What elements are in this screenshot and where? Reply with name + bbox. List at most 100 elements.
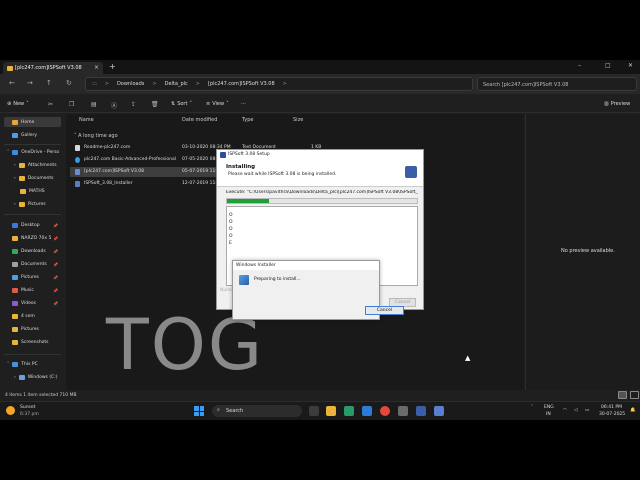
sidebar-item-label: 4 sem	[21, 313, 35, 319]
sidebar-item-documents[interactable]: › Documents	[4, 173, 61, 183]
taskbar-search-label: Search	[226, 408, 244, 414]
view-icon: ≡	[206, 101, 211, 107]
sidebar-item-label: Attachments	[27, 162, 57, 168]
video-icon	[12, 300, 18, 306]
volume-icon[interactable]: ◁	[574, 408, 577, 413]
vscode-icon[interactable]	[362, 406, 372, 416]
breadcrumb-downloads[interactable]: Downloads	[117, 81, 144, 87]
setup-header: Installing Please wait while ISPSoft 3.0…	[217, 160, 423, 187]
rename-icon[interactable]: Ⓐ	[111, 101, 117, 110]
sidebar-item-videos[interactable]: Videos 📌	[4, 298, 61, 308]
cut-icon[interactable]: ✂	[48, 101, 53, 108]
tab-active[interactable]: [plc247.com]ISPSoft V3.08 ×	[3, 62, 103, 74]
weather-sun-icon[interactable]	[6, 406, 15, 415]
back-icon[interactable]: ←	[9, 79, 15, 87]
sidebar-item-onedrive[interactable]: ˅ OneDrive - Perso	[4, 147, 61, 157]
column-header-size[interactable]: Size	[293, 117, 303, 123]
column-header-date[interactable]: Date modified	[182, 117, 217, 123]
sidebar-item-desktop[interactable]: Desktop 📌	[4, 220, 61, 230]
sort-button[interactable]: ⇅ Sort ˅	[171, 101, 192, 107]
chevron-down-icon: ˅	[7, 149, 10, 155]
log-line: O	[229, 213, 233, 218]
sidebar-item-music[interactable]: Music 📌	[4, 285, 61, 295]
paste-icon[interactable]: ▤	[91, 101, 97, 108]
preview-icon: ▥	[604, 101, 609, 107]
delete-icon[interactable]: 🗑	[151, 101, 159, 108]
sidebar-divider	[4, 214, 61, 215]
close-window-icon[interactable]: ✕	[628, 62, 633, 69]
pin-icon: 📌	[53, 222, 58, 228]
wifi-icon[interactable]: ◠	[563, 408, 567, 413]
battery-icon[interactable]: ▭	[585, 408, 589, 413]
installer-icon	[239, 275, 249, 285]
breadcrumb-delta-plc[interactable]: Delta_plc	[165, 81, 188, 87]
language-code[interactable]: ENG	[544, 405, 554, 410]
search-input[interactable]: Search [plc247.com]ISPSoft V3.08	[477, 77, 637, 91]
pin-icon: 📌	[53, 248, 58, 254]
cloud-icon	[12, 149, 19, 155]
tiles-view-icon[interactable]	[630, 391, 639, 399]
language-region: IN	[546, 412, 551, 417]
chevron-right-icon: ›	[14, 162, 16, 168]
refresh-icon[interactable]: ↻	[66, 79, 72, 87]
sidebar-item-this-pc[interactable]: ˅ This PC	[4, 359, 61, 369]
sidebar-item-screenshots[interactable]: Screenshots	[4, 337, 61, 347]
tab-bar: [plc247.com]ISPSoft V3.08 × + – □ ✕	[0, 60, 640, 74]
column-header-name[interactable]: Name	[79, 117, 94, 123]
log-line: O	[229, 220, 233, 225]
new-button[interactable]: ⊕ New ˅	[7, 101, 29, 107]
start-icon[interactable]	[194, 406, 204, 416]
add-tab-icon[interactable]: +	[109, 62, 116, 71]
progress-fill	[227, 199, 269, 203]
setup-app-taskbar-icon[interactable]	[416, 406, 426, 416]
sidebar-item-windows-c[interactable]: › Windows (C:)	[4, 372, 61, 382]
breadcrumb-current[interactable]: [plc247.com]ISPSoft V3.08	[208, 81, 275, 87]
app-icon[interactable]	[398, 406, 408, 416]
setup-title-bar[interactable]: ISPSoft 3.08 Setup	[217, 150, 423, 160]
preview-button[interactable]: ▥ Preview	[604, 101, 630, 107]
sidebar-item-pictures-2[interactable]: Pictures 📌	[4, 272, 61, 282]
more-button[interactable]: ···	[241, 101, 246, 107]
chevron-down-icon: ˅	[26, 101, 29, 107]
sidebar-item-pictures-3[interactable]: Pictures	[4, 324, 61, 334]
view-button[interactable]: ≡ View ˅	[206, 101, 229, 107]
sidebar-item-attachments[interactable]: › Attachments	[4, 160, 61, 170]
maximize-icon[interactable]: □	[605, 62, 611, 69]
installer-cancel-button[interactable]: Cancel	[365, 306, 404, 315]
column-header-type[interactable]: Type	[242, 117, 253, 123]
details-view-icon[interactable]	[618, 391, 627, 399]
sidebar-item-narzo[interactable]: NARZO 70x 5 📌	[4, 233, 61, 243]
address-bar[interactable]: ▭ > Downloads > Delta_plc > [plc247.com]…	[85, 77, 473, 91]
clock-time[interactable]: 06:41 PM	[601, 405, 622, 410]
taskbar-search[interactable]: ⌕ Search	[212, 405, 302, 417]
progress-bar	[226, 198, 418, 204]
sidebar-item-pictures[interactable]: › Pictures	[4, 199, 61, 209]
sidebar-item-4-sem[interactable]: 4 sem	[4, 311, 61, 321]
group-header[interactable]: ˅ A long time ago	[74, 133, 118, 139]
sidebar-item-gallery[interactable]: Gallery	[4, 130, 61, 140]
installer-taskbar-icon[interactable]	[434, 406, 444, 416]
share-icon[interactable]: ⇪	[131, 101, 136, 108]
sort-label: Sort	[177, 101, 188, 107]
sidebar-item-home[interactable]: Home	[4, 117, 61, 127]
tray-chevron-icon[interactable]: ˄	[531, 405, 533, 410]
sidebar-item-label: Home	[21, 119, 35, 125]
sidebar-item-label: Pictures	[27, 201, 46, 207]
close-tab-icon[interactable]: ×	[94, 64, 99, 71]
installer-title[interactable]: Windows Installer	[233, 261, 379, 270]
sidebar-item-downloads[interactable]: Downloads 📌	[4, 246, 61, 256]
notification-icon[interactable]: 🔔	[630, 408, 636, 413]
download-icon	[12, 248, 18, 254]
chrome-icon[interactable]	[380, 406, 390, 416]
up-icon[interactable]: ↑	[46, 79, 52, 87]
new-icon: ⊕	[7, 101, 12, 107]
forward-icon[interactable]: →	[27, 79, 33, 87]
minimize-icon[interactable]: –	[578, 62, 581, 69]
task-view-icon[interactable]	[309, 406, 319, 416]
file-explorer-icon[interactable]	[326, 406, 336, 416]
sidebar-item-documents-2[interactable]: Documents 📌	[4, 259, 61, 269]
sidebar-item-maths[interactable]: MATHS	[4, 186, 61, 196]
edge-icon[interactable]	[344, 406, 354, 416]
breadcrumb-separator: >	[152, 81, 157, 87]
copy-icon[interactable]: ❐	[69, 101, 74, 108]
